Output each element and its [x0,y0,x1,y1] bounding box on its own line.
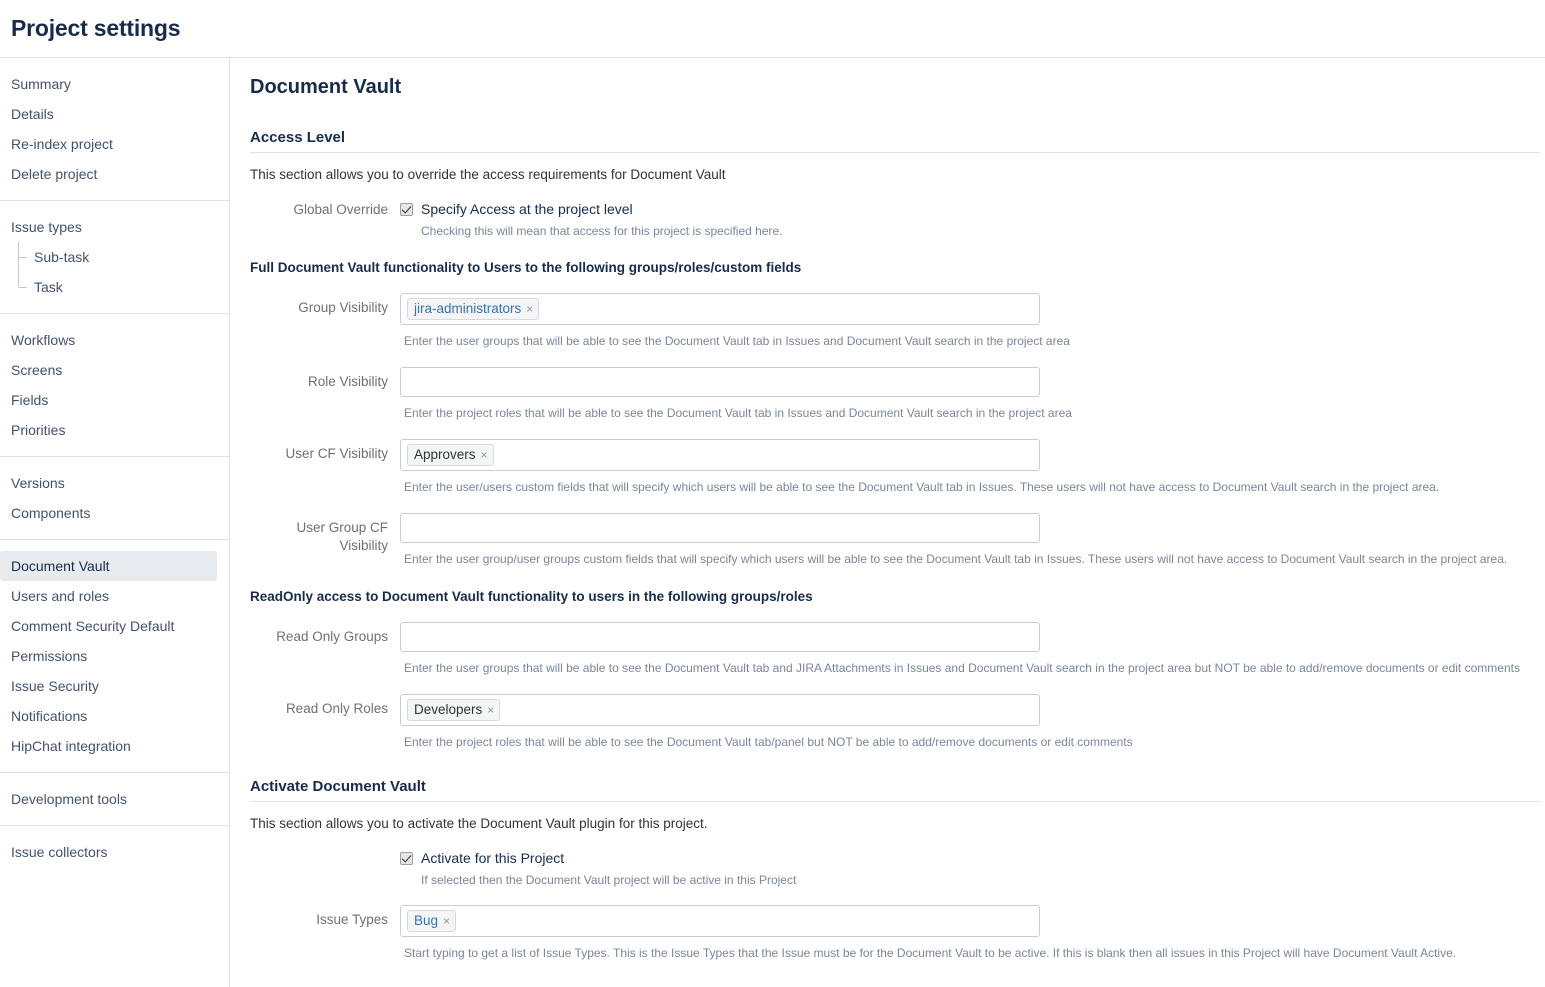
field-row-group-visibility: Group Visibility jira-administrators × E… [250,293,1545,349]
sidebar-item-sub-task[interactable]: Sub-task [18,242,229,272]
sidebar-group-project: Summary Details Re-index project Delete … [0,69,229,200]
activate-project-row: Activate for this Project If selected th… [250,849,1545,887]
sidebar-item-notifications[interactable]: Notifications [0,701,229,731]
user-group-cf-visibility-hint: Enter the user group/user groups custom … [404,552,1508,566]
user-cf-visibility-label: User CF Visibility [285,446,388,461]
sidebar-group-issue-types: Issue types Sub-task Task [0,200,229,313]
section-title-activate-document-vault: Activate Document Vault [250,778,1540,802]
sidebar-item-components[interactable]: Components [0,498,229,528]
field-row-user-group-cf-visibility: User Group CF Visibility Enter the user … [250,513,1545,567]
sidebar-item-issue-types[interactable]: Issue types [0,212,229,242]
user-group-cf-visibility-label: User Group CF Visibility [296,520,388,553]
sidebar-item-delete-project[interactable]: Delete project [0,159,229,189]
role-visibility-hint: Enter the project roles that will be abl… [404,406,1072,420]
field-row-read-only-groups: Read Only Groups Enter the user groups t… [250,622,1545,676]
activate-spacer-label [250,849,400,850]
activate-description: This section allows you to activate the … [250,816,708,831]
readonly-access-subheading: ReadOnly access to Document Vault functi… [250,589,813,604]
sidebar-item-screens[interactable]: Screens [0,355,229,385]
page-layout: Summary Details Re-index project Delete … [0,57,1545,987]
activate-project-hint: If selected then the Document Vault proj… [421,873,797,887]
tag-label: Developers [414,702,483,717]
remove-tag-icon[interactable]: × [487,704,494,716]
sidebar-item-versions[interactable]: Versions [0,468,229,498]
sidebar-item-development-tools[interactable]: Development tools [0,784,229,814]
tag-label: Bug [414,913,439,928]
tag-label: jira-administrators [414,301,522,316]
global-override-label: Global Override [293,202,388,217]
page-header: Project settings [0,0,1545,57]
page-title: Project settings [11,15,181,41]
read-only-roles-label: Read Only Roles [285,701,388,716]
user-cf-visibility-hint: Enter the user/users custom fields that … [404,480,1440,494]
read-only-groups-label: Read Only Groups [276,629,388,644]
full-access-subheading: Full Document Vault functionality to Use… [250,260,802,275]
user-group-cf-visibility-input[interactable] [400,513,1040,543]
tag-approvers[interactable]: Approvers × [407,444,494,466]
tag-label: Approvers [414,447,476,462]
sidebar-group-config: Workflows Screens Fields Priorities [0,313,229,456]
field-row-role-visibility: Role Visibility Enter the project roles … [250,367,1545,421]
main-content: Document Vault Access Level This section… [230,58,1545,987]
settings-sidebar: Summary Details Re-index project Delete … [0,58,230,987]
activate-project-checkbox[interactable] [400,852,413,865]
read-only-groups-input[interactable] [400,622,1040,652]
sidebar-item-users-and-roles[interactable]: Users and roles [0,581,229,611]
sidebar-group-dev-tools: Development tools [0,772,229,825]
remove-tag-icon[interactable]: × [526,303,533,315]
sidebar-item-issue-security[interactable]: Issue Security [0,671,229,701]
group-visibility-input[interactable]: jira-administrators × [400,293,1040,325]
tag-jira-administrators[interactable]: jira-administrators × [407,298,540,320]
sidebar-item-summary[interactable]: Summary [0,69,229,99]
remove-tag-icon[interactable]: × [481,449,488,461]
tag-bug[interactable]: Bug × [407,910,457,932]
sidebar-item-fields[interactable]: Fields [0,385,229,415]
global-override-row: Global Override Specify Access at the pr… [250,200,1545,238]
remove-tag-icon[interactable]: × [443,915,450,927]
sidebar-item-details[interactable]: Details [0,99,229,129]
read-only-groups-hint: Enter the user groups that will be able … [404,661,1520,675]
sidebar-group-issue-collectors: Issue collectors [0,825,229,878]
sidebar-issue-types-tree: Sub-task Task [0,242,229,302]
issue-types-input[interactable]: Bug × [400,905,1040,937]
sidebar-group-security: Document Vault Users and roles Comment S… [0,539,229,772]
field-row-issue-types: Issue Types Bug × Start typing to get a … [250,905,1545,987]
sidebar-item-document-vault[interactable]: Document Vault [0,551,217,581]
sidebar-item-issue-collectors[interactable]: Issue collectors [0,837,229,867]
user-cf-visibility-input[interactable]: Approvers × [400,439,1040,471]
read-only-roles-hint: Enter the project roles that will be abl… [404,735,1133,749]
role-visibility-input[interactable] [400,367,1040,397]
tag-developers[interactable]: Developers × [407,699,501,721]
global-override-checkbox[interactable] [400,203,413,216]
sidebar-item-permissions[interactable]: Permissions [0,641,229,671]
sidebar-group-versions: Versions Components [0,456,229,539]
sidebar-item-hipchat-integration[interactable]: HipChat integration [0,731,229,761]
sidebar-item-priorities[interactable]: Priorities [0,415,229,445]
issue-types-hint: Start typing to get a list of Issue Type… [404,946,1457,960]
sidebar-item-task[interactable]: Task [18,272,229,302]
issue-types-label: Issue Types [316,912,388,927]
role-visibility-label: Role Visibility [307,374,388,389]
sidebar-item-re-index-project[interactable]: Re-index project [0,129,229,159]
group-visibility-label: Group Visibility [298,300,388,315]
group-visibility-hint: Enter the user groups that will be able … [404,334,1070,348]
sidebar-item-comment-security-default[interactable]: Comment Security Default [0,611,229,641]
sidebar-item-workflows[interactable]: Workflows [0,325,229,355]
access-level-description: This section allows you to override the … [250,167,726,182]
content-title: Document Vault [250,76,402,98]
field-row-read-only-roles: Read Only Roles Developers × Enter the p… [250,694,1545,750]
read-only-roles-input[interactable]: Developers × [400,694,1040,726]
global-override-checkbox-label: Specify Access at the project level [421,201,633,217]
activate-project-checkbox-label: Activate for this Project [421,850,565,866]
section-title-access-level: Access Level [250,129,1540,153]
field-row-user-cf-visibility: User CF Visibility Approvers × Enter the… [250,439,1545,495]
global-override-hint: Checking this will mean that access for … [421,224,783,238]
